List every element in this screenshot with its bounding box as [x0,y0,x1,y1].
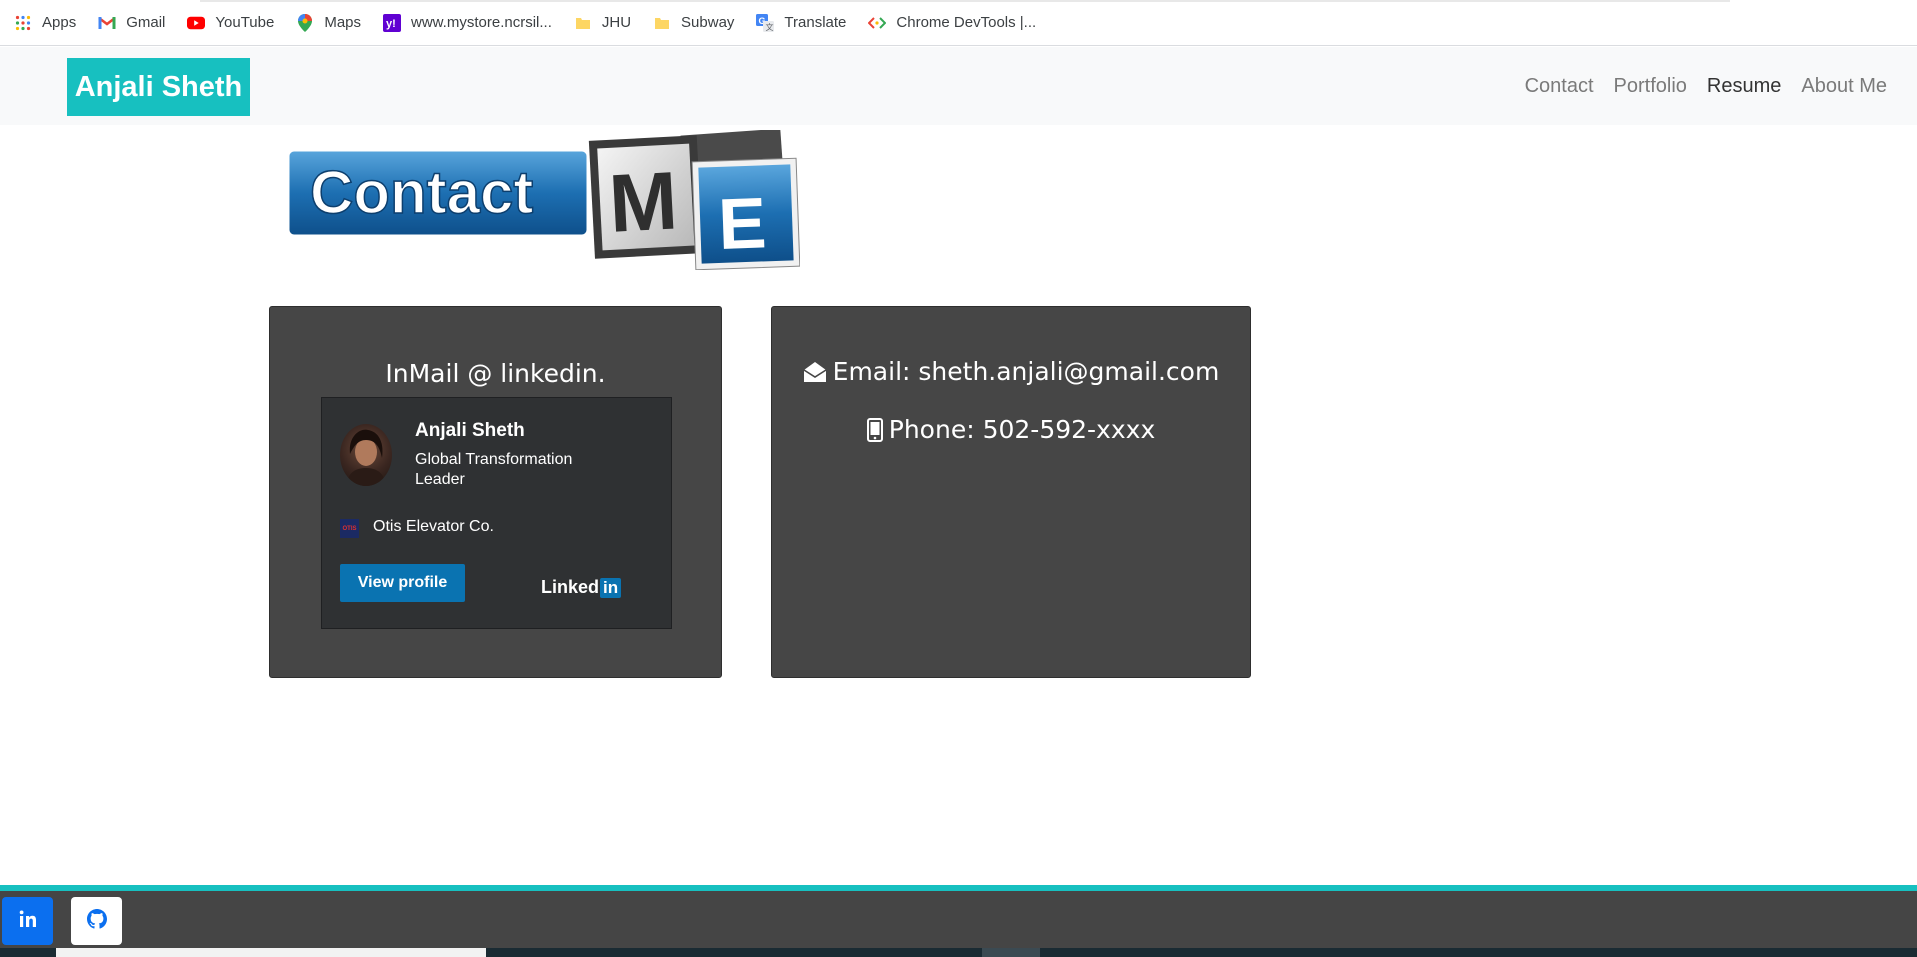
linkedin-link-button[interactable] [2,897,53,945]
devtools-icon [868,14,887,32]
phone-text: Phone: 502-592-xxxx [888,415,1156,444]
bookmark-label: JHU [601,14,632,31]
bookmark-devtools[interactable]: Chrome DevTools |... [868,14,1036,32]
contact-info-card: Email: sheth.anjali@gmail.com Phone: 502… [771,306,1251,678]
bookmark-label: www.mystore.ncrsil... [411,14,552,31]
bookmark-jhu[interactable]: JHU [574,14,631,32]
nav-resume[interactable]: Resume [1707,75,1781,98]
bookmark-translate[interactable]: G 文 Translate [756,13,847,32]
yahoo-icon: y! [383,13,402,32]
bookmark-label: Maps [324,14,362,31]
bookmark-maps[interactable]: Maps [296,13,362,32]
profile-headline: Global Transformation Leader [415,451,573,488]
nav-links: Contact Portfolio Resume About Me [1505,47,1887,125]
youtube-icon [187,14,206,32]
avatar [340,424,392,486]
banner-letter-e: E [717,183,768,265]
svg-text:y!: y! [386,18,396,30]
mobile-phone-icon [866,417,883,442]
phone-line[interactable]: Phone: 502-592-xxxx [772,415,1250,444]
bookmark-apps[interactable]: Apps [14,14,76,32]
bookmark-label: Translate [784,14,847,31]
company-logo: OTIS [340,519,359,538]
bookmark-subway[interactable]: Subway [653,14,734,32]
apps-grid-icon [14,14,32,32]
bookmarks-bar: Apps Gmail YouTube Maps y! www.mystore.n… [0,0,1917,46]
view-profile-button[interactable]: View profile [340,564,465,602]
github-link-button[interactable] [71,897,122,945]
nav-contact[interactable]: Contact [1525,75,1594,98]
taskbar-segment [982,948,1040,957]
gmail-icon [98,14,116,32]
linkedin-card: InMail @ linkedin. Anjali Sheth Global T… [269,306,722,678]
envelope-open-icon [803,361,827,383]
profile-company[interactable]: Otis Elevator Co. [373,518,494,536]
svg-text:文: 文 [766,22,774,32]
profile-name[interactable]: Anjali Sheth [415,420,525,442]
taskbar-strip [0,948,1917,957]
folder-icon [653,14,671,32]
bookmark-youtube[interactable]: YouTube [187,14,274,32]
bookmark-label: Subway [681,14,735,31]
email-text: Email: sheth.anjali@gmail.com [832,357,1220,386]
translate-icon: G 文 [756,13,775,32]
banner-word: Contact [310,159,533,226]
linkedin-logo[interactable]: Linked in [541,577,622,598]
nav-about-me[interactable]: About Me [1801,75,1887,98]
folder-icon [574,14,592,32]
linkedin-icon [18,909,38,934]
brand-logo[interactable]: Anjali Sheth [67,58,250,116]
nav-portfolio[interactable]: Portfolio [1614,75,1687,98]
linkedin-logo-in: in [600,577,622,598]
linkedin-profile-badge: Anjali Sheth Global Transformation Leade… [321,397,672,629]
bookmark-label: YouTube [215,14,275,31]
contact-me-banner: Contact M E [286,128,801,271]
github-icon [86,908,107,934]
site-navbar: Anjali Sheth Contact Portfolio Resume Ab… [0,47,1917,125]
bookmark-label: Apps [42,14,77,31]
bookmark-label: Chrome DevTools |... [896,14,1037,31]
linkedin-logo-text: Linked [541,577,600,597]
maps-icon [296,13,314,32]
email-line[interactable]: Email: sheth.anjali@gmail.com [772,357,1250,386]
banner-letter-m: M [607,155,680,249]
taskbar-segment [56,948,486,957]
bookmark-label: Gmail [126,14,166,31]
bookmark-gmail[interactable]: Gmail [98,14,165,32]
linkedin-card-heading: InMail @ linkedin. [385,359,606,388]
bookmark-mystore[interactable]: y! www.mystore.ncrsil... [383,13,552,32]
